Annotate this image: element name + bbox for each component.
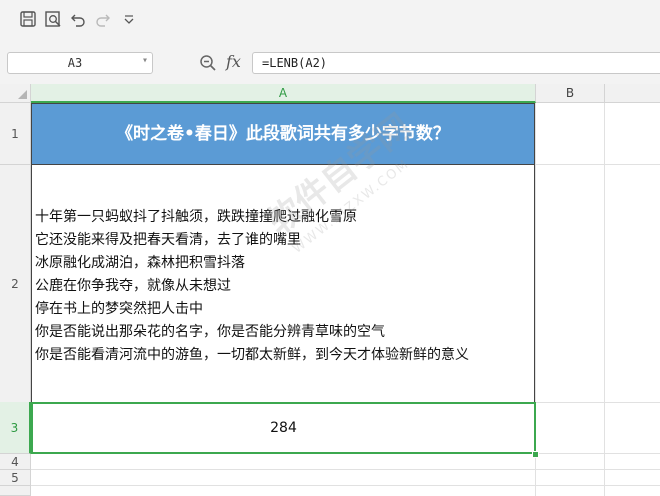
formula-text: =LENB(A2) xyxy=(262,56,328,70)
undo-icon[interactable] xyxy=(69,10,87,28)
formula-bar: A3 ▾ fx =LENB(A2) xyxy=(0,42,660,84)
select-all-corner[interactable] xyxy=(0,84,31,103)
column-header-c[interactable] xyxy=(605,84,660,103)
spreadsheet-grid: A B 1 2 3 4 5 《时之卷•春日》此段歌词共有多少字节数？ 十年第一只… xyxy=(0,84,660,496)
lyrics-line: 公鹿在你争我夺，就像从未想过 xyxy=(35,278,231,294)
gridline xyxy=(535,402,660,403)
cell-a2-lyrics[interactable]: 十年第一只蚂蚁抖了抖触须，跌跌撞撞爬过融化雪原 它还没能来得及把春天看清，去了谁… xyxy=(31,165,535,403)
column-header-b[interactable]: B xyxy=(536,84,605,103)
row-header-4[interactable]: 4 xyxy=(0,454,31,470)
formula-input[interactable]: =LENB(A2) xyxy=(252,52,660,74)
row-header-6[interactable] xyxy=(0,486,31,496)
redo-icon[interactable] xyxy=(94,10,112,28)
cell-a3-result[interactable]: 284 xyxy=(31,402,536,454)
gridline xyxy=(31,485,660,486)
row-header-3[interactable]: 3 xyxy=(0,402,31,454)
customize-dropdown-icon[interactable] xyxy=(120,10,138,28)
gridline xyxy=(535,164,660,165)
gridline xyxy=(31,469,660,470)
gridline xyxy=(604,103,605,496)
row-header-2[interactable]: 2 xyxy=(0,165,31,403)
lyrics-line: 你是否能说出那朵花的名字，你是否能分辨青草味的空气 xyxy=(35,324,385,340)
lyrics-line: 你是否能看清河流中的游鱼，一切都太新鲜，到今天才体验新鲜的意义 xyxy=(35,347,469,363)
lyrics-line: 冰原融化成湖泊，森林把积雪抖落 xyxy=(35,255,245,271)
lyrics-line: 十年第一只蚂蚁抖了抖触须，跌跌撞撞爬过融化雪原 xyxy=(35,209,357,225)
row-header-1[interactable]: 1 xyxy=(0,103,31,165)
column-header-a[interactable]: A xyxy=(31,84,536,103)
zoom-out-icon[interactable] xyxy=(198,53,218,73)
chevron-down-icon[interactable]: ▾ xyxy=(142,55,148,66)
fx-icon[interactable]: fx xyxy=(226,52,241,71)
gridline xyxy=(535,453,660,454)
lyrics-line: 它还没能来得及把春天看清，去了谁的嘴里 xyxy=(35,232,301,248)
lyrics-line: 停在书上的梦突然把人击中 xyxy=(35,301,203,317)
cell-reference: A3 xyxy=(67,56,83,70)
lyrics-text: 十年第一只蚂蚁抖了抖触须，跌跌撞撞爬过融化雪原 它还没能来得及把春天看清，去了谁… xyxy=(35,206,469,367)
print-preview-icon[interactable] xyxy=(44,10,62,28)
fill-handle[interactable] xyxy=(532,451,539,458)
row-header-5[interactable]: 5 xyxy=(0,470,31,486)
quick-access-toolbar xyxy=(0,0,660,42)
cell-a1-title[interactable]: 《时之卷•春日》此段歌词共有多少字节数？ xyxy=(31,103,535,165)
name-box[interactable]: A3 ▾ xyxy=(7,52,153,74)
save-icon[interactable] xyxy=(19,10,37,28)
